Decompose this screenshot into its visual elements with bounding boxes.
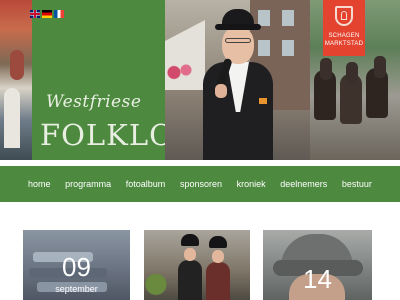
uk-flag-icon[interactable] <box>30 10 40 18</box>
card-figure-hat <box>209 236 227 248</box>
horse-head <box>346 62 358 84</box>
host-photo <box>165 0 310 160</box>
nav-item-fotoalbum[interactable]: fotoalbum <box>120 175 172 193</box>
logo-line-2: MARKTSTAD <box>324 41 364 47</box>
hero-banner: Westfriese FOLKLORE SCHAGEN MARKTSTAD <box>0 0 400 160</box>
nav-item-sponsoren[interactable]: sponsoren <box>174 175 228 193</box>
host-hand <box>215 84 227 98</box>
pocket-square <box>259 98 267 104</box>
left-hero-photo <box>0 0 32 160</box>
card-figure <box>178 260 202 300</box>
photo-figure <box>10 50 24 80</box>
horse-head <box>320 58 332 80</box>
event-card[interactable] <box>144 230 250 300</box>
shield-icon <box>335 6 353 26</box>
card-figure-hat <box>181 234 199 246</box>
nav-item-bestuur[interactable]: bestuur <box>336 175 378 193</box>
event-card[interactable]: 14 <box>263 230 372 300</box>
event-month: september <box>55 284 98 294</box>
nav-items: home programma fotoalbum sponsoren kroni… <box>22 166 378 202</box>
site-title-script: Westfriese <box>46 92 142 112</box>
nav-item-deelnemers[interactable]: deelnemers <box>274 175 333 193</box>
nav-item-kroniek[interactable]: kroniek <box>231 175 272 193</box>
event-day: 14 <box>303 264 332 294</box>
nav-item-programma[interactable]: programma <box>59 175 117 193</box>
top-hat-brim <box>215 24 261 30</box>
card-figure-face <box>184 248 196 261</box>
french-flag-icon[interactable] <box>54 10 64 18</box>
card-image-detail <box>144 274 174 300</box>
photo-flowers <box>165 60 195 85</box>
card-figure <box>206 262 230 300</box>
nav-item-home[interactable]: home <box>22 175 57 193</box>
event-day: 09 <box>62 252 91 282</box>
main-navigation: home programma fotoalbum sponsoren kroni… <box>0 166 400 202</box>
event-card[interactable]: 09 september <box>23 230 130 300</box>
logo-line-1: SCHAGEN <box>328 33 360 39</box>
schagen-marktstad-logo[interactable]: SCHAGEN MARKTSTAD <box>323 0 365 56</box>
glasses <box>225 38 251 43</box>
german-flag-icon[interactable] <box>42 10 52 18</box>
photo-figure <box>4 88 20 148</box>
card-figure-face <box>212 250 224 263</box>
horse-head <box>374 56 386 78</box>
